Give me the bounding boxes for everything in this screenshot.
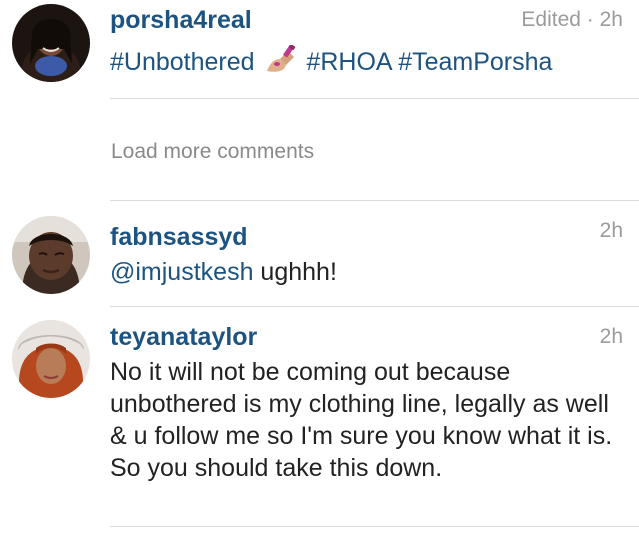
avatar-image	[12, 4, 90, 82]
comment-row: fabnsassyd 2h @imjustkesh ughhh!	[0, 214, 639, 308]
avatar-image	[12, 320, 90, 398]
mention-imjustkesh[interactable]: @imjustkesh	[110, 258, 253, 286]
post-edited-time: Edited · 2h	[521, 8, 623, 31]
avatar-image	[12, 216, 90, 294]
divider	[110, 98, 639, 99]
comment-time: 2h	[599, 325, 623, 348]
divider	[110, 200, 639, 201]
hashtag-rhoa[interactable]: #RHOA	[306, 48, 391, 76]
nail-polish-icon	[264, 44, 298, 75]
post-username[interactable]: porsha4real	[110, 5, 252, 35]
comment-username[interactable]: teyanataylor	[110, 322, 257, 352]
comment-row: teyanataylor 2h No it will not be coming…	[0, 318, 639, 534]
avatar-porsha4real[interactable]	[12, 4, 90, 82]
comment-time: 2h	[599, 219, 623, 242]
comment-text: No it will not be coming out because unb…	[110, 358, 613, 482]
avatar-teyanataylor[interactable]	[12, 320, 90, 398]
avatar-fabnsassyd[interactable]	[12, 216, 90, 294]
hashtag-unbothered[interactable]: #Unbothered	[110, 48, 255, 76]
comment-username[interactable]: fabnsassyd	[110, 222, 248, 252]
hashtag-teamporsha[interactable]: #TeamPorsha	[398, 48, 552, 76]
divider	[110, 526, 639, 527]
post-caption: #Unbothered #RHOA #TeamPorsha	[110, 44, 615, 78]
comment-text: @imjustkesh ughhh!	[110, 256, 615, 288]
comment-text-body: ughhh!	[253, 258, 337, 286]
caption-row: porsha4real Edited · 2h #Unbothered #RHO…	[0, 0, 639, 100]
divider	[110, 306, 639, 307]
load-more-comments-button[interactable]: Load more comments	[111, 138, 314, 166]
